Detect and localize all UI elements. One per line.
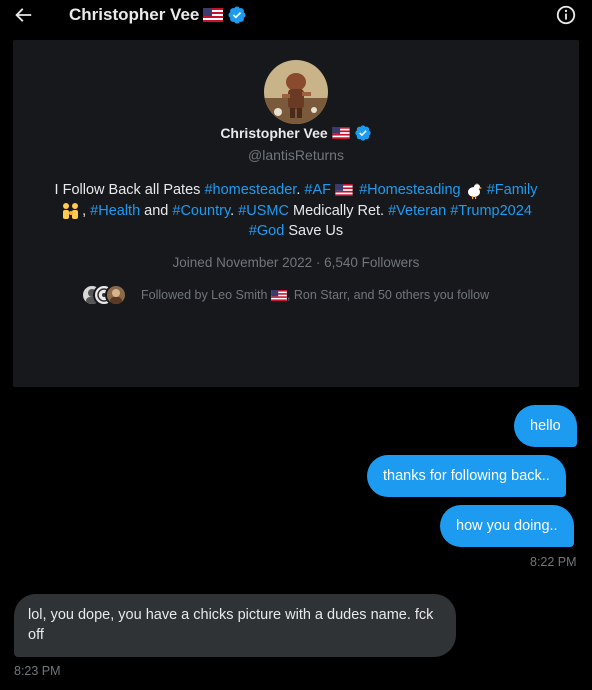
followed-by-text: Followed by Leo Smith , Ron Starr, and 5… (141, 288, 489, 302)
us-flag-icon (335, 184, 353, 197)
hashtag-veteran[interactable]: #Veteran (388, 203, 446, 219)
message-text: thanks for following back.. (383, 468, 550, 484)
chicken-icon (467, 183, 482, 200)
message-timestamp: 8:22 PM (530, 555, 577, 569)
verified-badge-icon (355, 125, 371, 141)
us-flag-icon (203, 8, 224, 22)
follower-avatar (105, 284, 127, 306)
bio-text: Medically Ret. (288, 202, 389, 219)
profile-name-row: Christopher Vee (13, 124, 579, 142)
message-timestamp: 8:23 PM (14, 664, 61, 678)
back-arrow-icon[interactable] (12, 4, 34, 26)
message-bubble-outgoing[interactable]: hello (514, 405, 577, 447)
header-name: Christopher Vee (69, 5, 200, 24)
message-text: lol, you dope, you have a chicks picture… (28, 607, 434, 643)
header-title[interactable]: Christopher Vee (69, 4, 247, 26)
joined-followers-line: Joined November 2022 · 6,540 Followers (172, 255, 420, 270)
followed-by-first: Followed by Leo Smith (141, 288, 268, 302)
message-bubble-outgoing[interactable]: how you doing.. (440, 505, 574, 547)
hashtag-homesteader[interactable]: #homesteader (204, 182, 296, 198)
bio-text: , (82, 202, 91, 219)
bio-text: and (140, 202, 173, 219)
hashtag-usmc[interactable]: #USMC (238, 203, 289, 219)
message-text: hello (530, 418, 561, 434)
hashtag-homesteading[interactable]: #Homesteading (359, 182, 461, 198)
family-icon (63, 202, 79, 219)
followed-by[interactable]: Followed by Leo Smith , Ron Starr, and 5… (81, 284, 489, 306)
message-text: how you doing.. (456, 518, 558, 534)
hashtag-family[interactable]: #Family (487, 182, 538, 198)
hashtag-health[interactable]: #Health (90, 203, 140, 219)
hashtag-trump2024[interactable]: #Trump2024 (450, 203, 532, 219)
us-flag-icon (332, 127, 350, 139)
profile-bio: I Follow Back all Pates #homesteader. #A… (33, 180, 559, 242)
profile-card[interactable]: Christopher Vee @lantisReturns I Follow … (13, 40, 579, 387)
hashtag-god[interactable]: #God (249, 223, 284, 239)
bio-text: I Follow Back all Pates (54, 182, 205, 198)
bio-text: Save Us (284, 223, 344, 239)
verified-badge-icon (228, 6, 246, 24)
hashtag-country[interactable]: #Country (172, 203, 230, 219)
avatar[interactable] (264, 60, 328, 124)
followed-by-rest: , Ron Starr, and 50 others you follow (286, 288, 490, 302)
hashtag-af[interactable]: #AF (304, 182, 331, 198)
us-flag-icon (271, 290, 287, 302)
profile-name: Christopher Vee (220, 125, 328, 141)
message-bubble-outgoing[interactable]: thanks for following back.. (367, 455, 566, 497)
profile-handle: @lantisReturns (248, 147, 344, 163)
follower-avatars (81, 284, 131, 306)
info-icon[interactable] (555, 4, 577, 26)
conversation-header: Christopher Vee (0, 0, 592, 30)
message-bubble-incoming[interactable]: lol, you dope, you have a chicks picture… (14, 594, 456, 657)
bio-text: . (230, 202, 239, 219)
